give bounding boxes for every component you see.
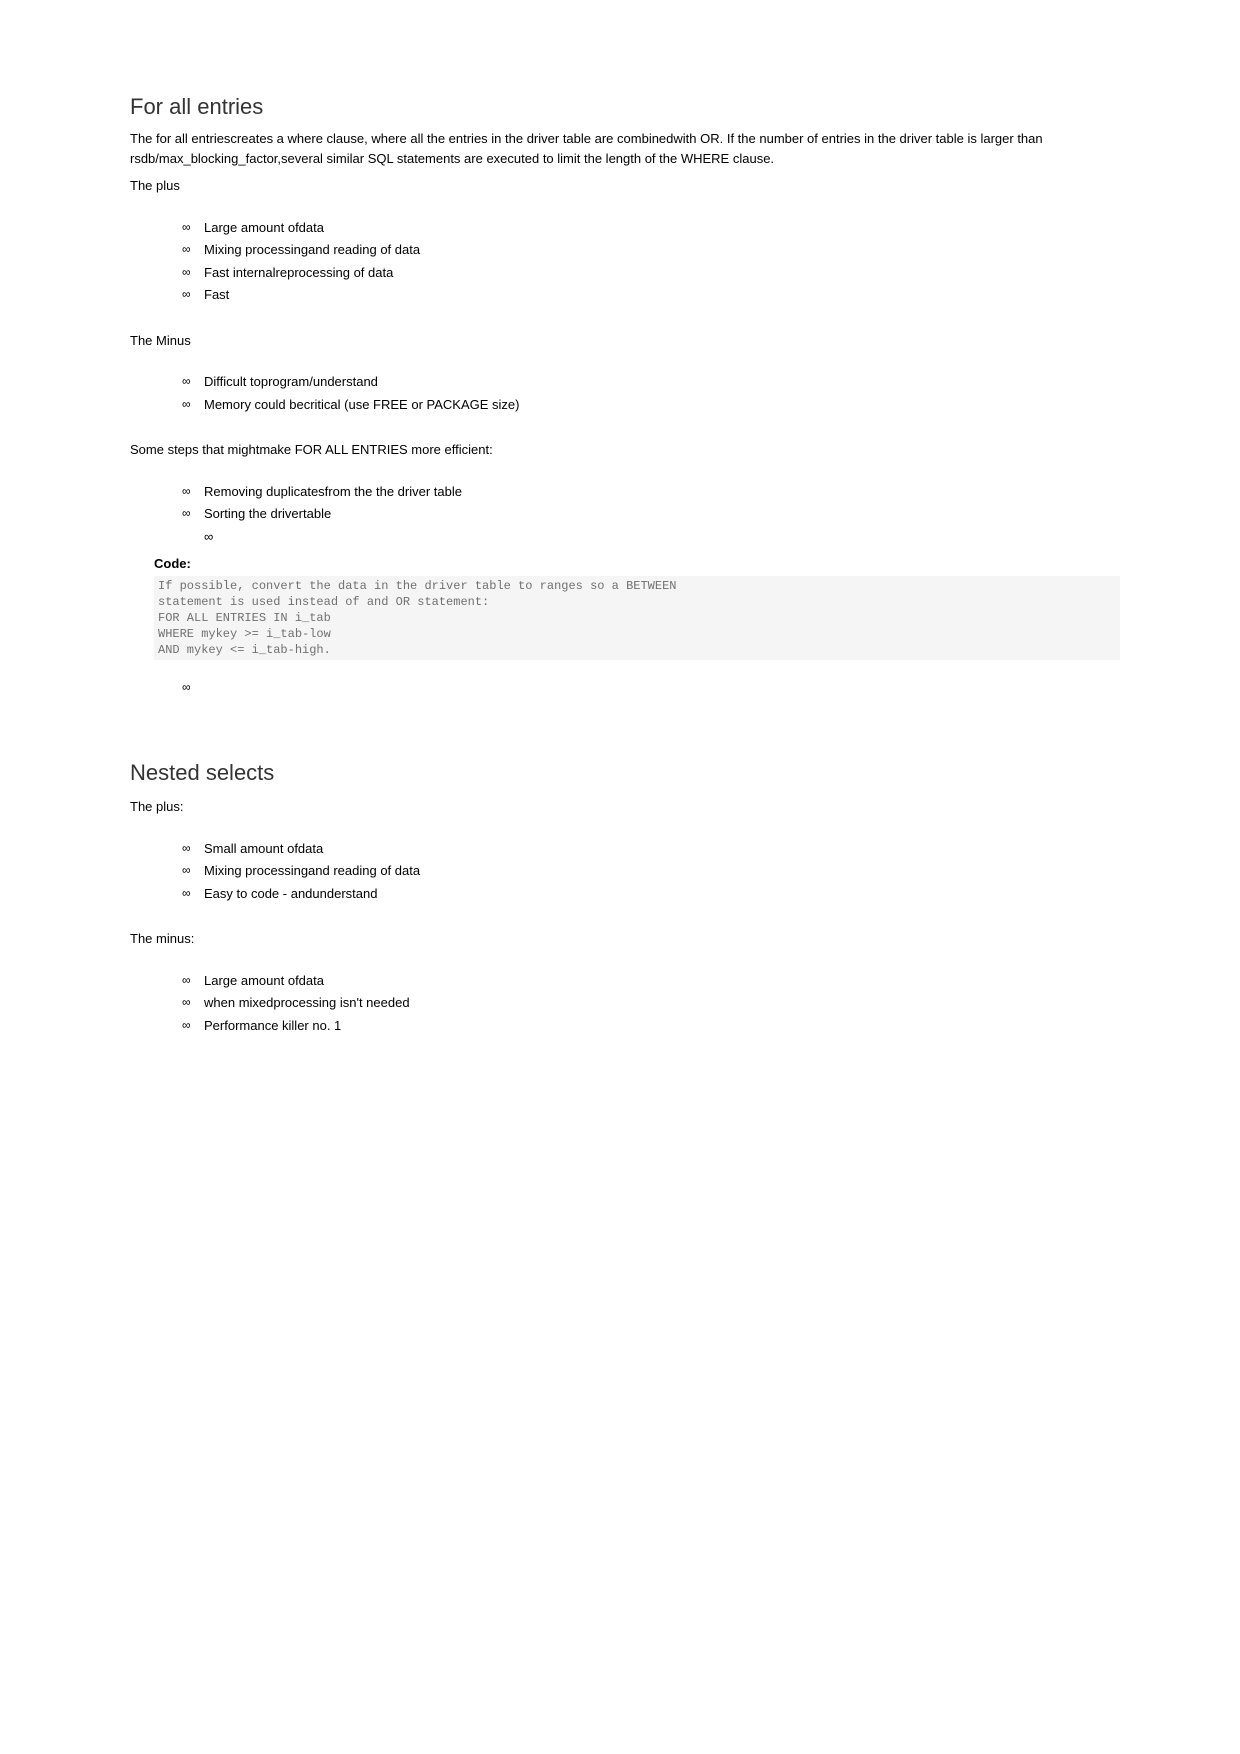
list-item-empty: ∞	[182, 527, 1120, 547]
list-item: Memory could becritical (use FREE or PAC…	[182, 395, 1120, 415]
list-item: when mixedprocessing isn't needed	[182, 993, 1120, 1013]
list-item: Sorting the drivertable	[182, 504, 1120, 524]
minus-label: The Minus	[130, 331, 1120, 351]
code-block: If possible, convert the data in the dri…	[154, 576, 1120, 661]
list-item: Removing duplicatesfrom the the driver t…	[182, 482, 1120, 502]
code-label: Code:	[154, 554, 1120, 574]
list-item: Fast	[182, 285, 1120, 305]
list-item: Large amount ofdata	[182, 218, 1120, 238]
list-item: Difficult toprogram/understand	[182, 372, 1120, 392]
section-heading-nested-selects: Nested selects	[130, 756, 1120, 789]
nested-minus-list: Large amount ofdata when mixedprocessing…	[130, 971, 1120, 1036]
nested-plus-list: Small amount ofdata Mixing processingand…	[130, 839, 1120, 904]
nested-minus-label: The minus:	[130, 929, 1120, 949]
minus-list: Difficult toprogram/understand Memory co…	[130, 372, 1120, 414]
intro-paragraph: The for all entriescreates a where claus…	[130, 129, 1120, 168]
list-item: Performance killer no. 1	[182, 1016, 1120, 1036]
list-item: Fast internalreprocessing of data	[182, 263, 1120, 283]
list-item: Mixing processingand reading of data	[182, 240, 1120, 260]
steps-label: Some steps that mightmake FOR ALL ENTRIE…	[130, 440, 1120, 460]
plus-label: The plus	[130, 176, 1120, 196]
list-item: Small amount ofdata	[182, 839, 1120, 859]
list-item: Easy to code - andunderstand	[182, 884, 1120, 904]
nested-plus-label: The plus:	[130, 797, 1120, 817]
list-item: Large amount ofdata	[182, 971, 1120, 991]
plus-list: Large amount ofdata Mixing processingand…	[130, 218, 1120, 305]
steps-list: Removing duplicatesfrom the the driver t…	[130, 482, 1120, 547]
list-item: Mixing processingand reading of data	[182, 861, 1120, 881]
section-heading-for-all-entries: For all entries	[130, 90, 1120, 123]
lone-bullet: ∞	[182, 678, 1120, 696]
